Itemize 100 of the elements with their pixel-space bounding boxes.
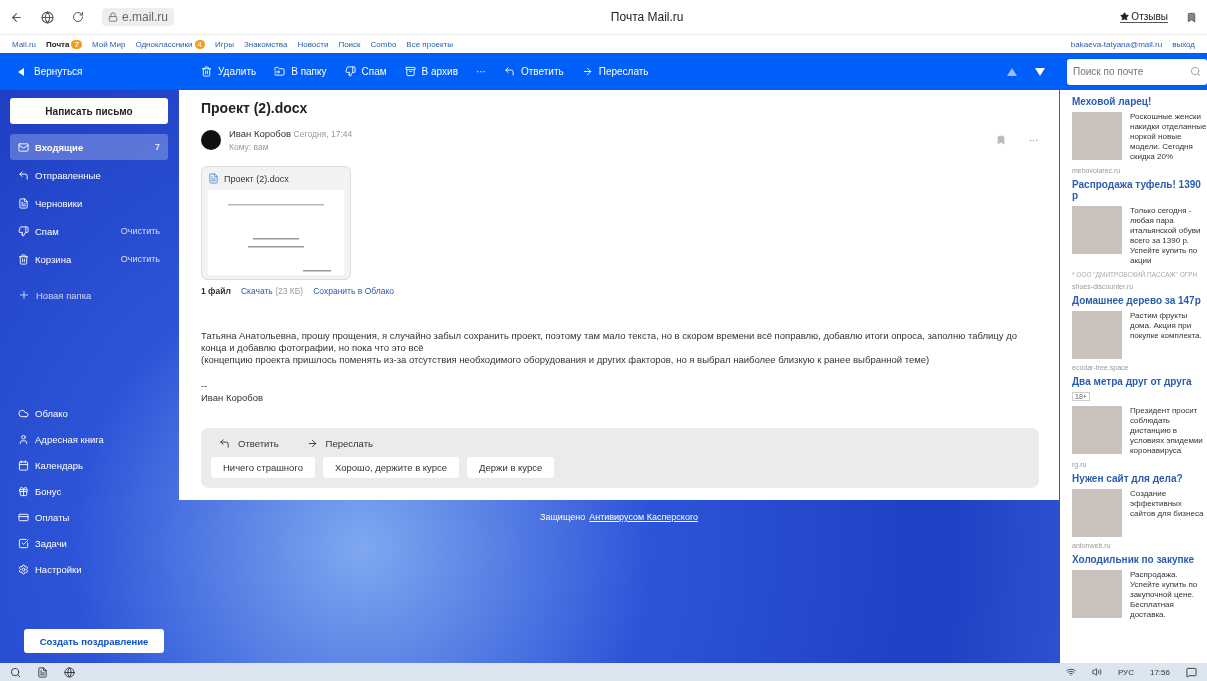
toolbar-button[interactable]: Спам <box>335 66 396 77</box>
folder-item[interactable]: Отправленные <box>10 162 168 188</box>
bookmark-icon[interactable] <box>1186 11 1197 23</box>
attachment-name: Проект (2).docx <box>208 173 344 184</box>
greeting-button[interactable]: Создать поздравление <box>24 629 164 653</box>
reviews-link[interactable]: Отзывы <box>1120 11 1168 23</box>
ad-title[interactable]: Распродажа туфель! 1390 р <box>1072 179 1207 201</box>
folder-item[interactable]: Черновики <box>10 190 168 216</box>
count-badge: 4 <box>194 39 205 49</box>
ad-text: Создание эффективных сайтов для бизнеса <box>1130 489 1205 520</box>
message-date: Сегодня, 17:44 <box>293 129 353 139</box>
folder-item[interactable]: Корзина Очистить <box>10 246 168 272</box>
toolbar-button[interactable]: В архив <box>395 66 467 77</box>
document-icon <box>208 173 219 184</box>
caret-icon <box>18 67 24 76</box>
reply-icon <box>219 438 230 449</box>
download-link[interactable]: Скачать <box>240 286 273 296</box>
reply-icon <box>18 169 29 181</box>
service-link[interactable]: Настройки <box>10 556 168 582</box>
search-icon[interactable] <box>10 666 21 678</box>
count-badge: 7 <box>71 39 82 49</box>
more-button[interactable]: ··· <box>466 66 495 77</box>
portal-link[interactable]: Знакомства <box>243 39 288 49</box>
quick-reply-button[interactable]: Ничего страшного <box>211 457 315 478</box>
save-to-cloud-link[interactable]: Сохранить в Облако <box>313 286 394 296</box>
ad-title[interactable]: Меховой ларец! <box>1072 96 1207 107</box>
logout-link[interactable]: выход <box>1172 39 1195 49</box>
attachment-card[interactable]: Проект (2).docx <box>201 166 351 280</box>
archive-icon <box>404 66 416 77</box>
toolbar-button[interactable]: Переслать <box>572 66 658 77</box>
gift-icon <box>18 485 29 497</box>
folder-item[interactable]: Входящие 7 <box>10 134 168 160</box>
clock[interactable]: 17:56 <box>1149 667 1170 677</box>
antivirus-link[interactable]: Антивирусом Касперского <box>589 512 698 522</box>
trash-icon <box>18 253 29 265</box>
envelope-icon <box>18 141 29 153</box>
quick-reply-button[interactable]: Держи в курсе <box>467 457 555 478</box>
service-link[interactable]: Адресная книга <box>10 426 168 452</box>
down-triangle-icon[interactable] <box>1035 67 1045 76</box>
folder-label: Черновики <box>35 197 83 209</box>
portal-link[interactable]: Одноклассники 4 <box>135 39 205 49</box>
ad-title[interactable]: Нужен сайт для дела? <box>1072 473 1207 484</box>
service-link[interactable]: Календарь <box>10 452 168 478</box>
toolbar-button[interactable]: В папку <box>265 66 336 77</box>
compose-button[interactable]: Написать письмо <box>10 98 168 124</box>
ad-text: Роскошные женски накидки отделанные норкой новые модели. Сегодня скидка 20% <box>1130 112 1207 162</box>
recipient-label: Кому: вам <box>229 142 270 152</box>
new-folder-link[interactable]: Новая папка <box>36 289 92 301</box>
plus-icon[interactable] <box>18 289 30 301</box>
calendar-icon <box>18 459 29 471</box>
back-arrow-icon[interactable] <box>10 10 23 24</box>
portal-link[interactable]: Mail.ru <box>12 39 36 49</box>
back-button[interactable]: Вернуться <box>0 65 178 78</box>
portal-link[interactable]: Почта 7 <box>46 39 82 49</box>
quick-reply-button[interactable]: Хорошо, держите в курсе <box>322 457 460 478</box>
portal-link[interactable]: Combo <box>370 39 397 49</box>
portal-link[interactable]: Игры <box>215 39 234 49</box>
message-paragraph: Татьяна Анатольевна, прошу прощения, я случайно забыл сохранить проект, поэтому там мало текста, но в скором времени всё поправлю, добавлю итоги опроса, заполню таблицу до конца и добавлю фотографии, но пока что это всё <box>201 330 1018 354</box>
language-indicator[interactable]: РУС <box>1117 667 1134 677</box>
toolbar-button[interactable]: Удалить <box>192 66 266 77</box>
speaker-icon[interactable] <box>1091 667 1102 677</box>
notification-icon[interactable] <box>1186 666 1197 678</box>
signature: Иван Коробов <box>201 392 265 404</box>
checkbox-icon <box>18 537 29 549</box>
service-link[interactable]: Оплаты <box>10 504 168 530</box>
service-link[interactable]: Задачи <box>10 530 168 556</box>
thumbs-down-icon <box>344 66 356 77</box>
page-title: Почта Mail.ru <box>609 10 685 24</box>
network-icon[interactable] <box>1065 667 1076 677</box>
portal-link[interactable]: Поиск <box>338 39 361 49</box>
browser-logo-icon[interactable] <box>41 10 54 24</box>
toolbar-button[interactable]: Ответить <box>494 66 573 77</box>
up-triangle-icon[interactable] <box>1007 67 1017 76</box>
portal-link[interactable]: Мой Мир <box>91 39 126 49</box>
card-icon <box>18 511 29 523</box>
reload-icon[interactable] <box>72 11 84 23</box>
clear-link[interactable]: Очистить <box>120 226 160 236</box>
signature-separator: -- <box>201 380 209 392</box>
account-link[interactable]: bakaeva-tatyana@mail.ru <box>1070 39 1163 49</box>
file-count: 1 файл <box>201 286 231 296</box>
forward-button[interactable]: Переслать <box>298 438 381 449</box>
trash-icon <box>201 66 212 77</box>
search-field[interactable]: Поиск по почте <box>1067 58 1207 85</box>
service-link[interactable]: Бонус <box>10 478 168 504</box>
ad-text: Президент просит соблюдать дистанцию в условиях эпидемии коронавируса <box>1130 406 1204 456</box>
address-bar[interactable]: e.mail.ru <box>102 8 174 26</box>
task-view-icon[interactable] <box>37 666 48 678</box>
document-icon <box>18 197 29 209</box>
service-link[interactable]: Облако <box>10 400 168 426</box>
portal-link[interactable]: Новости <box>297 39 329 49</box>
folder-label: Спам <box>35 225 59 237</box>
ad-title[interactable]: Домашнее дерево за 147р <box>1072 295 1207 306</box>
browser-icon[interactable] <box>64 666 75 678</box>
ad-title[interactable]: Холодильник по закупке <box>1072 554 1207 565</box>
lock-icon <box>108 12 118 22</box>
ad-title[interactable]: Два метра друг от друга <box>1072 376 1207 387</box>
folder-item[interactable]: Спам Очистить <box>10 218 168 244</box>
clear-link[interactable]: Очистить <box>120 254 160 264</box>
reply-button[interactable]: Ответить <box>211 438 287 449</box>
portal-link[interactable]: Все проекты <box>406 39 454 49</box>
